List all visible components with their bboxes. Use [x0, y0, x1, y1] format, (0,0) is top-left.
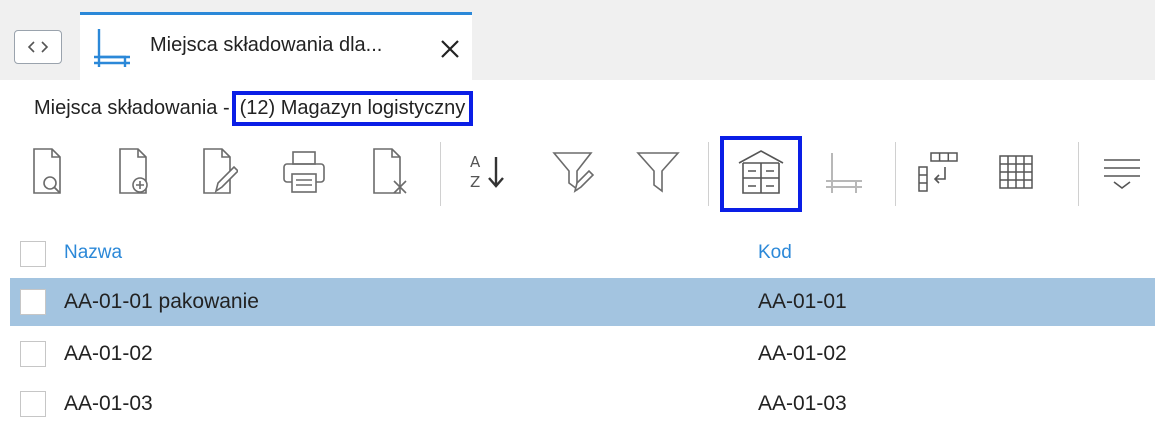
chevron-left-right-icon	[27, 41, 49, 53]
column-header-code[interactable]: Kod	[758, 242, 792, 264]
grid-header: Nazwa Kod	[0, 230, 1155, 278]
edit-button[interactable]	[192, 142, 244, 202]
svg-text:A: A	[470, 153, 481, 171]
toolbar-separator	[895, 142, 896, 206]
delete-button[interactable]	[362, 142, 414, 202]
breadcrumb-warehouse: (12) Magazyn logistyczny	[231, 90, 474, 126]
breadcrumb-prefix: Miejsca składowania -	[34, 96, 230, 119]
column-header-name[interactable]: Nazwa	[64, 242, 122, 264]
group-menu-button[interactable]	[1096, 142, 1148, 202]
close-icon[interactable]	[438, 37, 462, 61]
storage-rack-icon	[826, 153, 862, 193]
row-code: AA-01-03	[758, 392, 847, 415]
add-document-icon	[119, 148, 148, 194]
row-name: AA-01-03	[64, 392, 153, 415]
edit-filter-button[interactable]	[548, 142, 600, 202]
breadcrumb: Miejsca składowania - (12) Magazyn logis…	[34, 90, 474, 126]
toolbar-separator	[1078, 142, 1079, 206]
select-all-checkbox[interactable]	[20, 241, 46, 267]
svg-text:Z: Z	[470, 173, 480, 191]
toolbar-separator	[708, 142, 709, 206]
add-button[interactable]	[108, 142, 160, 202]
tab-strip: Miejsca składowania dla...	[0, 0, 1155, 80]
table-row[interactable]: AA-01-03 AA-01-03	[10, 380, 1155, 422]
row-name: AA-01-01 pakowanie	[64, 290, 259, 313]
column-layout-icon	[918, 152, 958, 192]
app-window: Miejsca składowania dla... Miejsca skład…	[0, 0, 1155, 422]
print-icon	[283, 151, 325, 193]
edit-document-icon	[203, 148, 238, 194]
sort-button[interactable]: A Z	[462, 142, 514, 202]
row-code: AA-01-02	[758, 342, 847, 365]
navigation-toggle-button[interactable]	[14, 30, 62, 64]
row-checkbox[interactable]	[20, 391, 46, 417]
table-row[interactable]: AA-01-01 pakowanie AA-01-01	[10, 278, 1155, 326]
toolbar: A Z	[0, 136, 1155, 216]
table-row[interactable]: AA-01-02 AA-01-02	[10, 330, 1155, 378]
edit-filter-icon	[552, 152, 595, 193]
tab-storage-locations[interactable]: Miejsca składowania dla...	[80, 12, 472, 80]
group-menu-icon	[1104, 159, 1140, 189]
preview-document-icon	[33, 148, 61, 194]
delete-document-icon	[373, 148, 407, 194]
grid-icon	[999, 155, 1033, 189]
storage-rack-icon	[94, 29, 130, 67]
row-name: AA-01-02	[64, 342, 153, 365]
grid-button[interactable]	[990, 142, 1042, 202]
filter-icon	[636, 152, 680, 193]
row-checkbox[interactable]	[20, 341, 46, 367]
sort-az-icon: A Z	[470, 153, 504, 191]
print-button[interactable]	[278, 142, 330, 202]
row-code: AA-01-01	[758, 290, 847, 313]
column-layout-button[interactable]	[912, 142, 964, 202]
filter-button[interactable]	[632, 142, 684, 202]
warehouse-button-highlight	[720, 136, 802, 212]
row-checkbox[interactable]	[20, 289, 46, 315]
tab-title: Miejsca składowania dla...	[150, 34, 383, 56]
preview-button[interactable]	[22, 142, 74, 202]
toolbar-separator	[440, 142, 441, 206]
storage-location-button[interactable]	[818, 142, 870, 202]
